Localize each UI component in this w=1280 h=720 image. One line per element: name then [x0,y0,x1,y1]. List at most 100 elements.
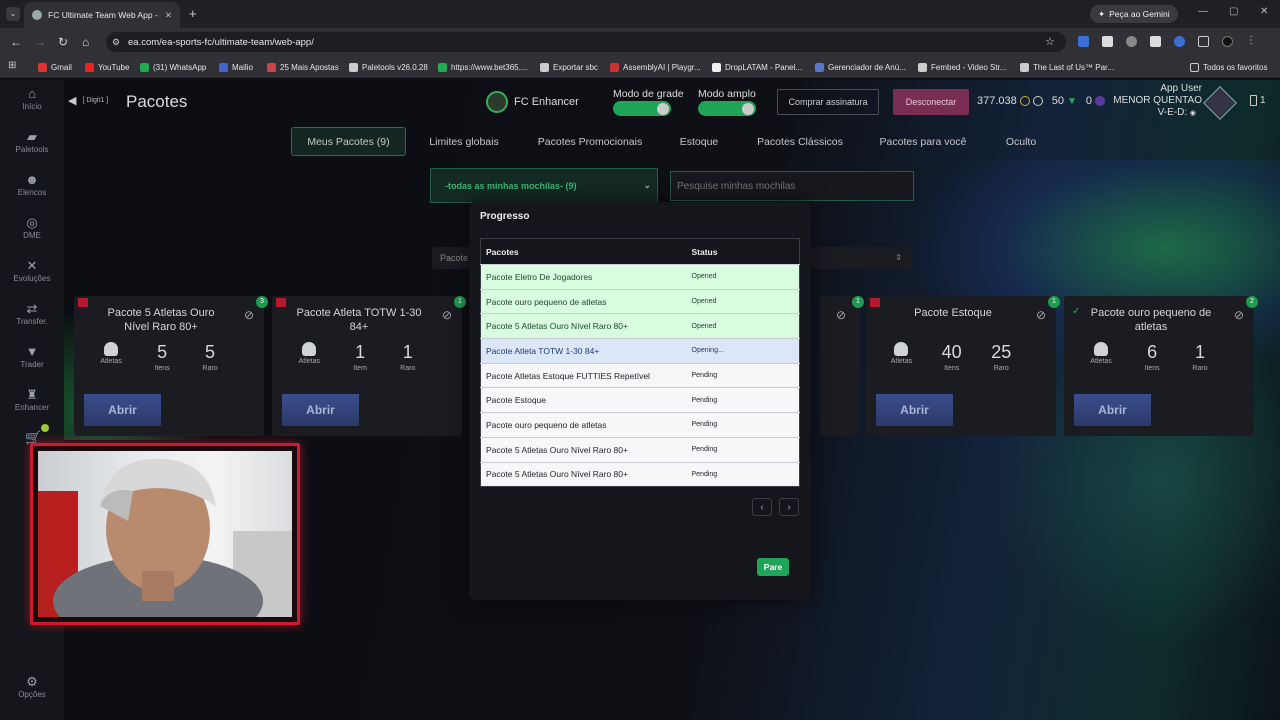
bookmark-item[interactable]: YouTube [85,58,129,76]
open-pack-button[interactable]: Abrir [1074,394,1151,426]
sidebar-item[interactable]: ☻ Elencos [0,173,64,197]
tab-0[interactable]: Meus Pacotes (9) [291,127,406,156]
extension-icons[interactable]: ⋮ [1078,36,1274,48]
eye-icon[interactable]: ◉ [1190,110,1196,117]
eye-off-icon[interactable]: ⊘ [442,308,452,322]
bookmark-item[interactable]: Gerenciador de Anú... [815,58,906,76]
next-page-button[interactable]: › [779,498,799,516]
tab-6[interactable]: Oculto [990,128,1052,156]
home-icon[interactable]: ⌂ [82,35,89,49]
status-cell: Pending [686,461,800,487]
bookmark-item[interactable]: Gmail [38,58,72,76]
disconnect-button[interactable]: Desconectar [893,89,969,115]
bookmark-item[interactable]: DropLATAM - Panel... [712,58,802,76]
site-info-icon[interactable]: ⚙ [112,37,120,48]
wide-mode-toggle[interactable] [698,101,756,116]
bookmark-item[interactable]: Mailio [219,58,253,76]
gemini-button[interactable]: ✦ Peça ao Gemini [1090,5,1178,23]
pack-card: Pacote Estoque ⊘ 1 Atletas 40 Itens 25 Raro Abri… [866,296,1060,436]
user-name: MENOR QUENTAO [1113,95,1202,106]
bookmark-star-icon[interactable]: ☆ [1045,35,1055,48]
browser-tab[interactable]: FC Ultimate Team Web App - E... ✕ [24,2,180,28]
menu-dots-icon[interactable]: ⋮ [1246,36,1257,48]
tab-3[interactable]: Estoque [666,128,732,156]
back-button[interactable]: ◀ [ Digit1 ] [68,94,108,107]
eye-off-icon[interactable]: ⊘ [836,308,846,322]
webcam-video [38,451,292,646]
bookmark-item[interactable]: Fembed - Video Str... [918,58,1006,76]
minimize-icon[interactable]: — [1198,6,1208,17]
bookmark-item[interactable]: AssemblyAI | Playgr... [610,58,701,76]
stat-label: Raro [993,365,1009,372]
tab-5[interactable]: Pacotes para você [866,128,980,156]
prev-page-button[interactable]: ‹ [752,498,772,516]
close-tab-icon[interactable]: ✕ [165,10,172,21]
notifications[interactable]: 1 [1250,95,1266,106]
apps-grid-icon[interactable]: ⊞ [8,60,16,71]
sidebar-item[interactable]: ⚙ Opções [0,675,64,699]
enhancer-icon: ♜ [26,387,38,402]
forward-icon[interactable]: → [34,35,46,49]
tab-1[interactable]: Limites globais [414,128,514,156]
stat-items: 5 Itens [155,342,170,372]
extension-icon[interactable] [1102,36,1113,47]
status-cell: Pending [686,362,800,388]
new-tab-icon[interactable]: + [189,6,197,21]
pack-stats: Atletas 40 Itens 25 Raro [876,342,1026,372]
lock-icon [78,298,88,307]
pack-stats: Atletas 5 Itens 5 Raro [84,342,234,372]
bookmark-item[interactable]: Paletools v26.0.28 [349,58,428,76]
stop-button[interactable]: Pare [757,558,789,576]
all-favorites[interactable]: Todos os favoritos [1190,58,1267,76]
open-pack-button[interactable]: Abrir [282,394,359,426]
person-icon [1094,342,1109,356]
sidebar-item[interactable]: ⌂ Início [0,87,64,111]
eye-off-icon[interactable]: ⊘ [1036,308,1046,322]
reload-icon[interactable]: ↻ [58,35,68,49]
profile-avatar-icon[interactable] [1222,36,1233,47]
open-pack-button[interactable]: Abrir [876,394,953,426]
dme-icon: ◎ [26,215,38,230]
eye-off-icon[interactable]: ⊘ [1234,308,1244,322]
backpack-select[interactable]: -todas as minhas mochilas- (9) ⌄ [430,168,658,203]
stat-items: 6 Itens [1145,342,1160,372]
bookmark-item[interactable]: https://www.bet365.... [438,58,527,76]
restore-icon[interactable]: ▢ [1229,6,1238,17]
puzzle-icon[interactable] [1198,36,1209,47]
sidebar-item[interactable]: ▼ Trader [0,345,64,369]
stat-rare: 1 Raro [1192,342,1207,372]
sidebar-item[interactable]: ⇄ Transfer. [0,302,64,326]
bookmark-item[interactable]: (31) WhatsApp [140,58,206,76]
back-icon[interactable]: ← [10,35,22,49]
extension-icon[interactable] [1078,36,1089,47]
sidebar-item[interactable]: ▰ Paletools [0,130,64,154]
sidebar-item[interactable]: ♜ Enhancer [0,387,64,412]
tab-label: Oculto [1005,136,1037,148]
extension-icon[interactable] [1126,36,1137,47]
sort-select-right[interactable]: ⇕ [808,247,912,269]
tab-search-icon[interactable]: ⌄ [6,7,20,21]
extension-icon[interactable] [1150,36,1161,47]
bookmark-item[interactable]: Exportar sbc [540,58,598,76]
stat-label: Raro [202,365,218,372]
tab-2[interactable]: Pacotes Promocionais [522,128,658,156]
extension-icon[interactable] [1174,36,1185,47]
tab-4[interactable]: Pacotes Clássicos [746,128,854,156]
close-window-icon[interactable]: ✕ [1260,6,1268,17]
sidebar-item[interactable]: ✕ Evoluções [0,259,64,283]
bookmark-item[interactable]: 25 Mais Apostas [267,58,339,76]
eye-off-icon[interactable]: ⊘ [244,308,254,322]
sidebar-item[interactable]: ◎ DME [0,215,64,240]
search-input[interactable] [670,171,914,201]
bookmark-item[interactable]: The Last of Us™ Par... [1020,58,1114,76]
open-pack-button[interactable]: Abrir [84,394,161,426]
url-bar[interactable]: ea.com/ea-sports-fc/ultimate-team/web-ap… [106,32,1066,52]
pack-count-badge: 1 [1048,296,1060,308]
grid-mode-toggle[interactable] [613,101,671,116]
stat-label: Raro [1192,365,1208,372]
buy-subscription-button[interactable]: Comprar assinatura [777,89,879,115]
stat-label: Atletas [890,358,913,365]
stat-athletes: Atletas [100,342,122,372]
bookmark-favicon-icon [540,62,549,72]
sort-select[interactable]: Pacote [432,247,472,269]
